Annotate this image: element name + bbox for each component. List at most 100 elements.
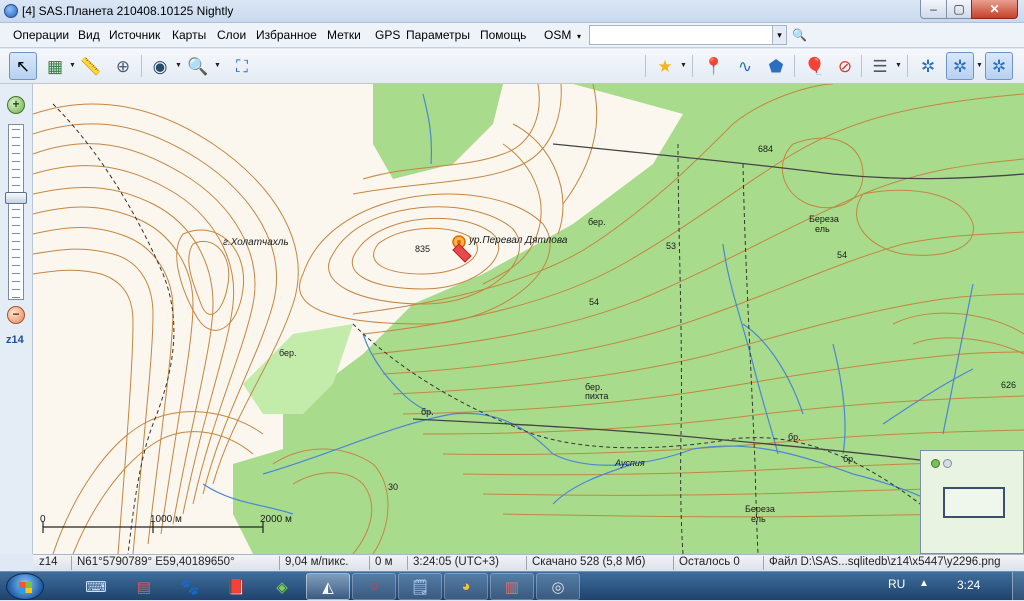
- compass-icon[interactable]: ⊕: [109, 52, 137, 80]
- river-label: Ауспия: [615, 458, 645, 468]
- start-button[interactable]: [6, 573, 44, 600]
- status-downloaded: Скачано 528 (5,8 Мб): [532, 556, 646, 568]
- favorites-star-icon[interactable]: ★: [651, 52, 679, 80]
- notepad-icon[interactable]: 🗒: [398, 573, 442, 600]
- map-view[interactable]: ур.Перевал Дятлова г.Холатчахль 835 684 …: [33, 84, 1024, 554]
- forest-label: ель: [815, 224, 830, 234]
- globe-icon[interactable]: ◉: [146, 52, 174, 80]
- fullscreen-icon[interactable]: ⛶: [228, 52, 256, 80]
- layers-dropdown-icon[interactable]: ▼: [895, 62, 902, 69]
- window-title: [4] SAS.Планета 210408.10125 Nightly: [22, 4, 234, 18]
- gps-track-icon[interactable]: ✲: [946, 52, 974, 80]
- zoom-tick: [12, 209, 20, 210]
- zoom-tick: [12, 241, 20, 242]
- layers-icon[interactable]: ☰: [866, 52, 894, 80]
- menu-layers[interactable]: Слои: [217, 28, 246, 42]
- forest-label: Береза: [809, 214, 839, 224]
- select-region-dropdown-icon[interactable]: ▼: [69, 62, 76, 69]
- zoom-level-label: z14: [6, 334, 24, 346]
- menu-favorites[interactable]: Избранное: [256, 28, 317, 42]
- forest-label: ель: [751, 514, 766, 524]
- show-desktop-button[interactable]: [1012, 572, 1024, 601]
- add-placemark-icon[interactable]: 📍: [700, 52, 728, 80]
- status-coordinates: N61°5790789° E59,40189650°: [77, 556, 235, 568]
- magnifier-dropdown-icon[interactable]: ▼: [214, 62, 221, 69]
- zoom-slider-handle[interactable]: [5, 192, 27, 204]
- minimap-zoom-out-icon[interactable]: [943, 459, 952, 468]
- menu-view[interactable]: Вид: [78, 28, 100, 42]
- zoom-slider[interactable]: [8, 124, 24, 300]
- elevation-label: 835: [415, 244, 431, 254]
- ruler-icon[interactable]: 📏: [77, 52, 105, 80]
- map-source-label[interactable]: OSM: [544, 28, 571, 42]
- cursor-icon[interactable]: ↖: [9, 52, 37, 80]
- search-icon[interactable]: 🔍: [792, 28, 807, 42]
- maximize-button[interactable]: ▢: [946, 0, 972, 19]
- language-indicator[interactable]: RU: [888, 577, 905, 591]
- menu-placemarks[interactable]: Метки: [327, 28, 361, 42]
- menu-gps[interactable]: GPS: [375, 28, 400, 42]
- menu-parameters[interactable]: Параметры: [406, 28, 470, 42]
- zoom-tick: [12, 129, 20, 130]
- keyboard-icon[interactable]: ⌨: [74, 573, 118, 600]
- hide-placemarks-icon[interactable]: ⊘: [831, 52, 859, 80]
- zoom-tick: [12, 185, 20, 186]
- sas-planet-icon[interactable]: ◭: [306, 573, 350, 600]
- magnifier-icon[interactable]: 🔍: [184, 52, 212, 80]
- zoom-tick: [12, 169, 20, 170]
- tray-expand-icon[interactable]: ▲: [919, 578, 929, 589]
- zoom-tick: [12, 153, 20, 154]
- contour-label: 54: [837, 250, 848, 260]
- clock[interactable]: 3:24: [957, 578, 980, 592]
- zoom-tick: [12, 177, 20, 178]
- close-button[interactable]: ✕: [971, 0, 1018, 19]
- book-icon[interactable]: 📕: [214, 573, 258, 600]
- gamepad-icon[interactable]: ◎: [536, 573, 580, 600]
- pass-label: ур.Перевал Дятлова: [469, 235, 568, 246]
- gps-track-dropdown-icon[interactable]: ▼: [976, 62, 983, 69]
- minimize-button[interactable]: –: [920, 0, 947, 19]
- gps-icon[interactable]: ✲: [914, 52, 942, 80]
- ford-label: бр.: [843, 454, 856, 464]
- zoom-tick: [12, 249, 20, 250]
- menu-maps[interactable]: Карты: [172, 28, 206, 42]
- chevron-down-icon[interactable]: ▾: [577, 32, 581, 41]
- scale-label: 2000 м: [260, 514, 292, 525]
- status-remaining: Осталось 0: [679, 556, 740, 568]
- zoom-tick: [12, 137, 20, 138]
- zoom-tick: [12, 233, 20, 234]
- gps-center-icon[interactable]: ✲: [985, 52, 1013, 80]
- toolbar: ↖ ▦ ▼ 📏 ⊕ ◉ ▼ 🔍 ▼ ⛶ ★ ▼ 📍 ∿ ⬟ 🎈 ⊘ ☰ ▼ ✲ …: [0, 49, 1024, 84]
- opera-icon[interactable]: ○: [352, 573, 396, 600]
- zoom-tick: [12, 257, 20, 258]
- minimap-viewport[interactable]: [943, 487, 1005, 518]
- archive-icon[interactable]: ▤: [122, 573, 166, 600]
- app-globe-icon: [4, 4, 18, 18]
- winrar-icon[interactable]: ▥: [490, 573, 534, 600]
- contour-label: 54: [589, 297, 600, 307]
- zoom-out-button[interactable]: −: [7, 306, 25, 324]
- contour-label: 30: [388, 482, 399, 492]
- select-region-icon[interactable]: ▦: [41, 52, 69, 80]
- topographic-map: [33, 84, 1024, 554]
- gimp-icon[interactable]: 🐾: [168, 573, 212, 600]
- placemarks-icon[interactable]: 🎈: [801, 52, 829, 80]
- menu-source[interactable]: Источник: [109, 28, 160, 42]
- favorites-dropdown-icon[interactable]: ▼: [680, 62, 687, 69]
- minimap[interactable]: [920, 450, 1024, 554]
- status-zoom: z14: [39, 556, 58, 568]
- globe-dropdown-icon[interactable]: ▼: [175, 62, 182, 69]
- menu-help[interactable]: Помощь: [480, 28, 526, 42]
- title-bar[interactable]: [4] SAS.Планета 210408.10125 Nightly – ▢…: [0, 0, 1024, 23]
- forest-label: Береза: [745, 504, 775, 514]
- chrome-icon[interactable]: ◕: [444, 573, 488, 600]
- add-path-icon[interactable]: ∿: [731, 52, 759, 80]
- menu-operations[interactable]: Операции: [13, 28, 69, 42]
- zoom-in-button[interactable]: +: [7, 96, 25, 114]
- search-dropdown-button[interactable]: ▾: [772, 26, 786, 44]
- add-polygon-icon[interactable]: ⬟: [762, 52, 790, 80]
- scale-label: 0: [40, 514, 46, 525]
- search-input[interactable]: ▾: [589, 25, 787, 45]
- minimap-zoom-in-icon[interactable]: [931, 459, 940, 468]
- navigator-icon[interactable]: ◈: [260, 573, 304, 600]
